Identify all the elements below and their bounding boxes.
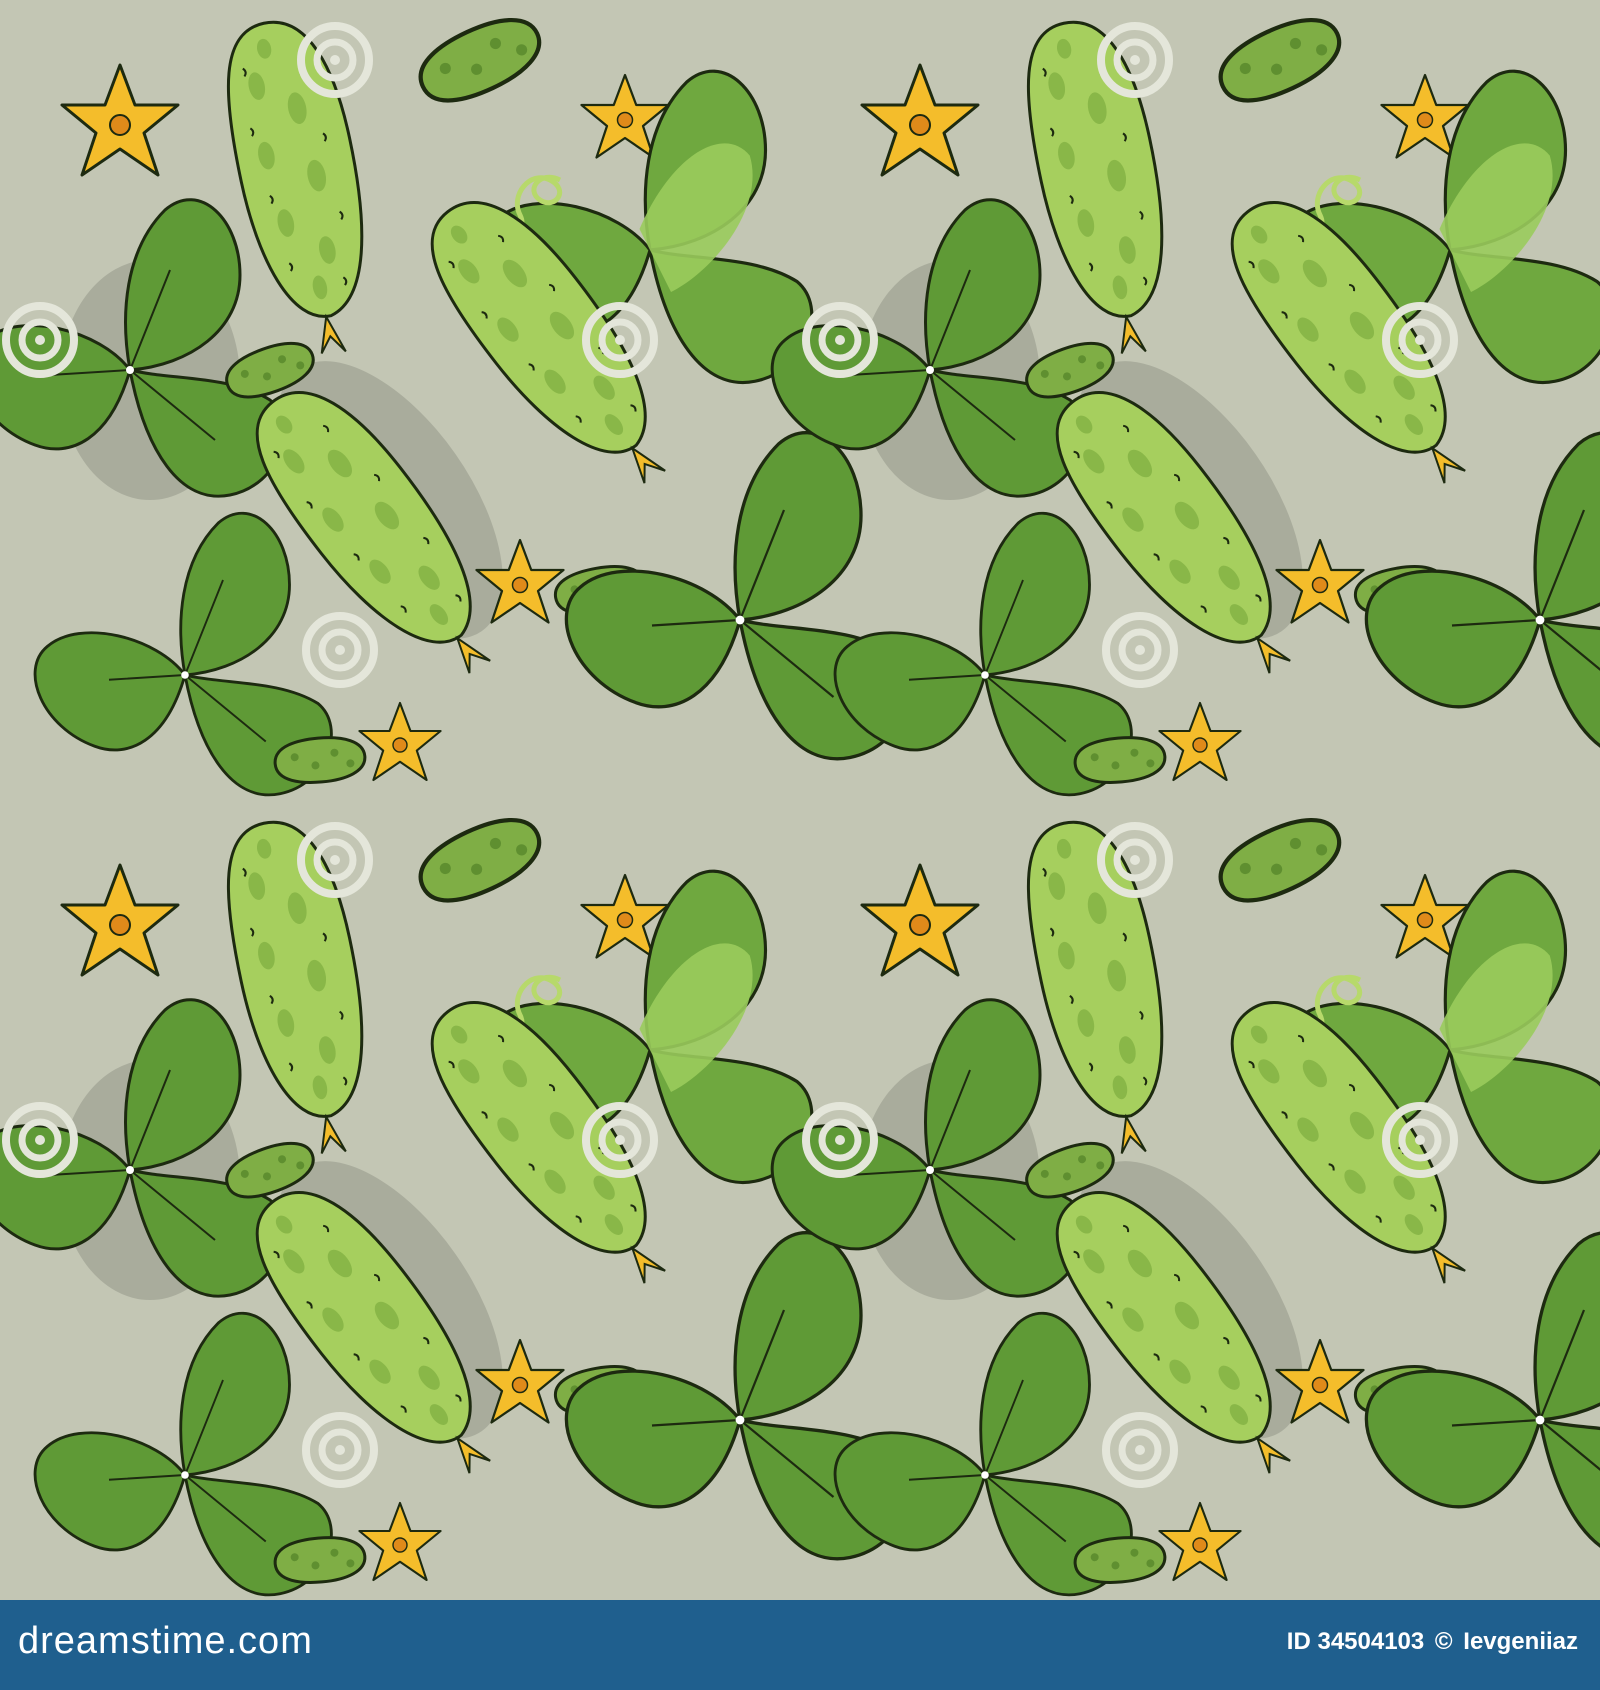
copyright-symbol: © — [1434, 1628, 1453, 1655]
author-name[interactable]: Ievgeniiaz — [1463, 1628, 1578, 1655]
image-id: ID 34504103 — [1286, 1628, 1425, 1655]
stock-image: dreamstime.com ID 34504103 © Ievgeniiaz — [0, 0, 1600, 1690]
image-credit: ID 34504103 © Ievgeniiaz — [1283, 1628, 1578, 1656]
site-name[interactable]: dreamstime.com — [18, 1620, 313, 1663]
footer-bar: dreamstime.com ID 34504103 © Ievgeniiaz — [0, 1600, 1600, 1690]
cucumber-pattern-illustration — [0, 0, 1600, 1600]
